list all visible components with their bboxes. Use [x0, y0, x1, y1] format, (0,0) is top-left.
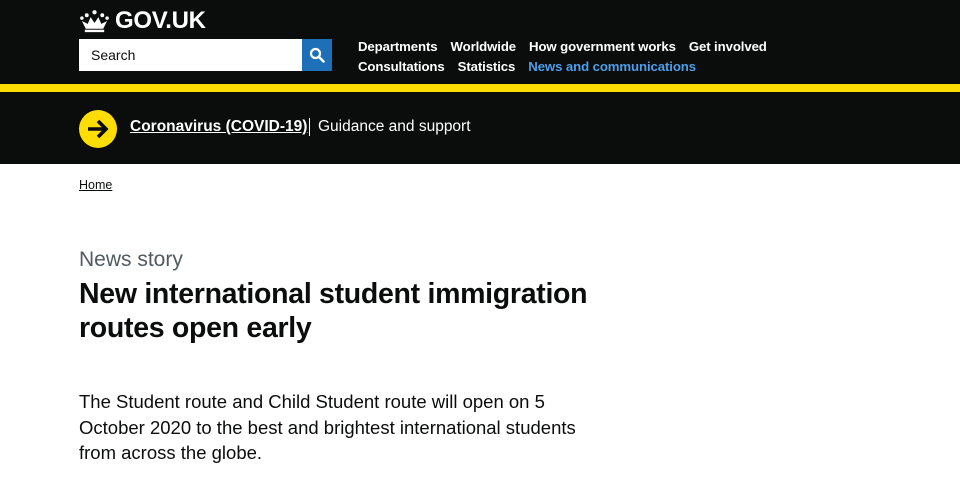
- lead-paragraph: The Student route and Child Student rout…: [79, 391, 576, 463]
- main-navigation: Departments Worldwide How government wor…: [358, 36, 798, 76]
- nav-item-consultations[interactable]: Consultations: [358, 59, 445, 74]
- search-input[interactable]: [79, 39, 302, 71]
- page-title: New international student immigration ro…: [79, 278, 588, 344]
- covid-link[interactable]: Coronavirus (COVID-19): [130, 118, 307, 136]
- nav-item-get-involved[interactable]: Get involved: [689, 39, 767, 54]
- nav-item-worldwide[interactable]: Worldwide: [451, 39, 517, 54]
- covid-arrow-button[interactable]: [79, 110, 117, 148]
- page-caption: News story: [79, 248, 183, 271]
- site-header: GOV.UK Departments Worldwide How governm…: [0, 0, 960, 84]
- search-form: [79, 39, 332, 71]
- search-button[interactable]: [302, 39, 332, 71]
- nav-item-statistics[interactable]: Statistics: [458, 59, 516, 74]
- header-divider: [0, 84, 960, 92]
- covid-separator: [309, 118, 310, 136]
- govuk-logo-link[interactable]: GOV.UK: [79, 7, 206, 35]
- covid-guidance-text: Guidance and support: [318, 118, 471, 135]
- logo-text: GOV.UK: [115, 7, 206, 34]
- nav-item-news-and-communications[interactable]: News and communications: [528, 59, 696, 74]
- nav-row-1: Departments Worldwide How government wor…: [358, 36, 798, 56]
- breadcrumb-home[interactable]: Home: [79, 178, 112, 192]
- nav-item-departments[interactable]: Departments: [358, 39, 438, 54]
- arrow-right-icon: [88, 119, 109, 139]
- crown-icon: [80, 10, 109, 33]
- nav-row-2: Consultations Statistics News and commun…: [358, 56, 798, 76]
- search-icon: [309, 47, 325, 63]
- nav-item-how-government-works[interactable]: How government works: [529, 39, 676, 54]
